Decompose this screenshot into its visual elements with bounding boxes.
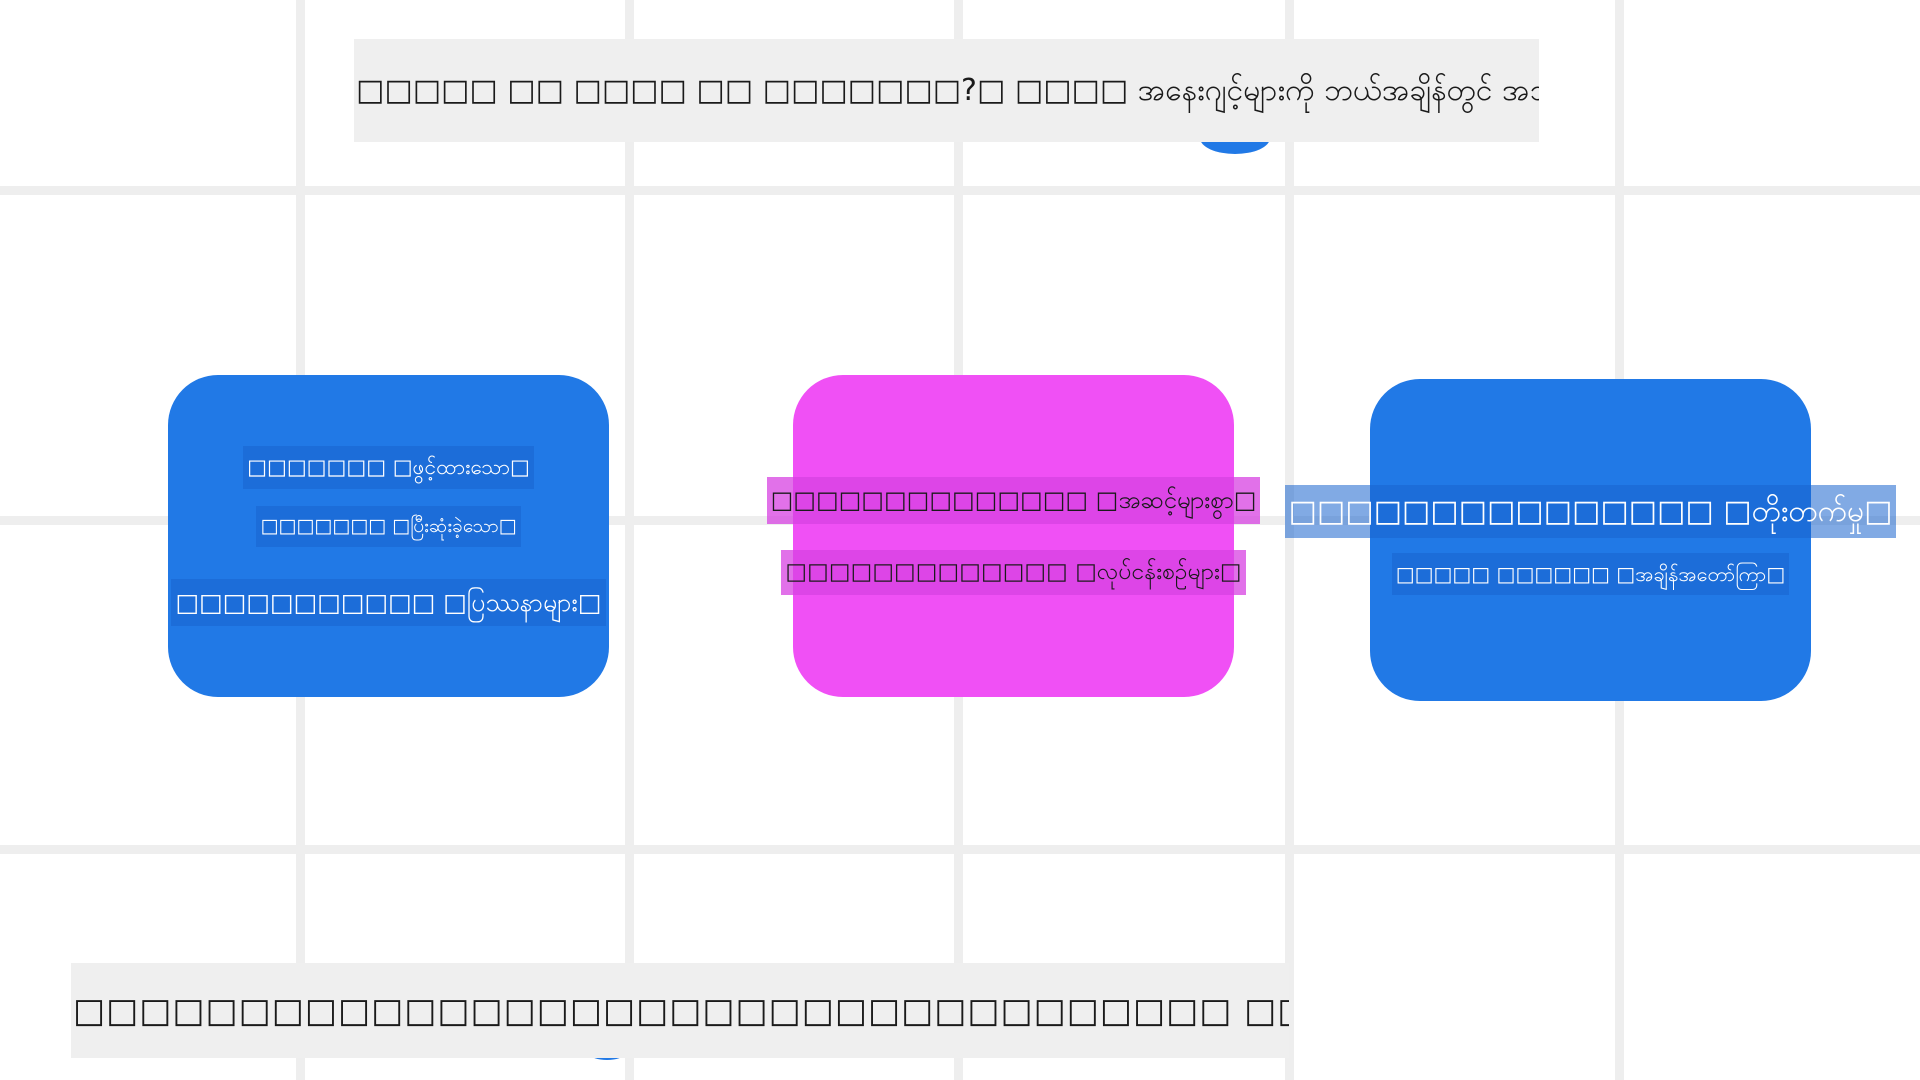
card-item: □□□□□□□□□□□□□□ □အဆင့်များစွာ□ [766,477,1261,524]
card-item: □□□□□□□ □ဖွင့်ထားသော□ [243,445,534,489]
grid-line-vertical [625,0,634,1080]
card-when-to-use-3: □□□□□□□□□□□□□□□ □တိုးတက်မှု□ □□□□□ □□□□□… [1284,379,1897,701]
diagram-title: □□□□□ □□ □□□□ □□ □□□□□□□?□ □□□□ အနေးဂျင့… [354,39,1539,142]
card-item: □□□□□□□□□□□□□□□ □တိုးတက်မှု□ [1284,485,1897,538]
card-item: □□□□□□□□□□□ □ပြဿနာများ□ [171,578,606,627]
card-item: □□□□□□□ □ပြီးဆုံးခဲ့သော□ [256,505,521,547]
card-when-to-use-2: □□□□□□□□□□□□□□ □အဆင့်များစွာ□ □□□□□□□□□□… [766,375,1261,697]
grid-line-horizontal [0,845,1920,854]
grid-line-horizontal [0,186,1920,195]
card-when-to-use-1: □□□□□□□ □ဖွင့်ထားသော□ □□□□□□□ □ပြီးဆုံးခ… [168,375,609,697]
grid-line-vertical [1285,0,1294,1080]
diagram-caption: □□□□□□□□□□□□□□□□□□□□□□□□□□□□□□□□□□□ □□□□… [71,963,1289,1058]
card-item: □□□□□ □□□□□□ □အချိန်အတော်ကြာ□ [1391,553,1790,595]
card-item: □□□□□□□□□□□□□ □လုပ်ငန်းစဉ်များ□ [781,549,1246,595]
